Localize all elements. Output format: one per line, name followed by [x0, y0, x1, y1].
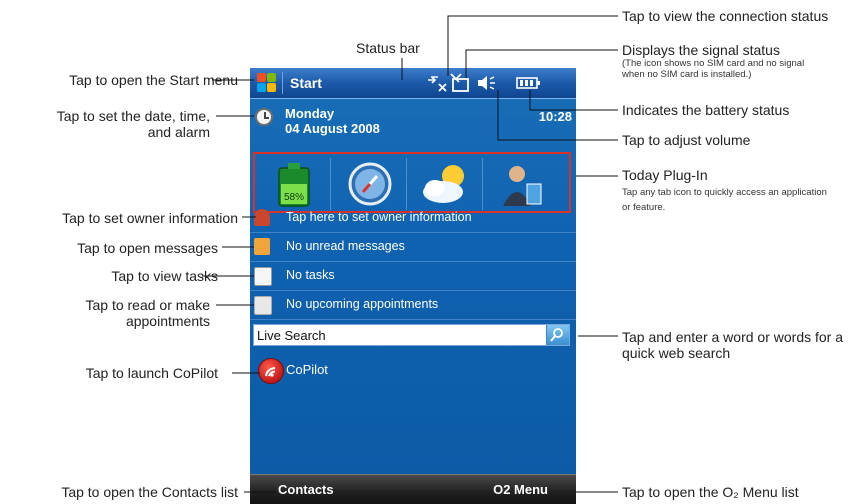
search-text: Live Search [257, 328, 326, 343]
annotation-date-time-line2: and alarm [147, 124, 210, 140]
plugin-tab-contacts[interactable] [485, 158, 559, 210]
clock-icon[interactable] [255, 108, 273, 126]
annotation-search: Tap and enter a word or words for a quic… [622, 329, 843, 361]
signal-icon [450, 73, 469, 92]
status-bar-divider [282, 72, 283, 94]
date-day: Monday [285, 106, 335, 121]
clipboard-icon [254, 267, 272, 286]
appointments-label: No upcoming appointments [286, 297, 439, 311]
owner-icon [254, 209, 270, 226]
person-icon [503, 166, 542, 206]
annotation-appointments: Tap to read or make appointments [85, 297, 210, 329]
contacts-softkey[interactable]: Contacts [278, 482, 334, 497]
o2-menu-softkey[interactable]: O2 Menu [493, 482, 548, 497]
list-item-tasks[interactable]: No tasks [250, 262, 576, 291]
annotation-signal-title: Displays the signal status [622, 42, 780, 58]
battery-plugin-icon: 58% [278, 163, 310, 207]
annotation-status-bar: Status bar [356, 40, 420, 56]
annotation-signal-note1: (The icon shows no SIM card and no signa… [622, 58, 805, 69]
annotation-plugin-note1: Tap any tab icon to quickly access an ap… [622, 187, 827, 198]
softkey-bar: Contacts O2 Menu [250, 474, 576, 504]
annotation-signal-note2: when no SIM card is installed.) [622, 69, 752, 80]
envelope-icon [254, 238, 270, 255]
live-search-field[interactable]: Live Search [253, 324, 570, 346]
list-item-owner[interactable]: Tap here to set owner information [250, 204, 576, 233]
annotation-volume: Tap to adjust volume [622, 132, 751, 148]
plugin-tab-compass[interactable] [333, 158, 407, 210]
start-label[interactable]: Start [290, 75, 322, 91]
phone-screen: Start Monday 04 August 2008 10:28 58% Ta… [250, 68, 576, 504]
copilot-label[interactable]: CoPilot [286, 362, 328, 377]
annotation-appointments-line2: appointments [125, 313, 210, 329]
search-icon [550, 328, 563, 342]
annotation-start-menu: Tap to open the Start menu [69, 72, 238, 88]
annotation-contacts: Tap to open the Contacts list [61, 484, 238, 500]
tasks-label: No tasks [286, 268, 335, 282]
annotation-signal-status: Displays the signal status (The icon sho… [622, 42, 804, 80]
search-button[interactable] [546, 325, 569, 345]
annotation-connection-status: Tap to view the connection status [622, 8, 829, 24]
copilot-icon[interactable] [258, 358, 284, 384]
annotation-plugin: Today Plug-In Tap any tab icon to quickl… [622, 167, 827, 213]
annotation-search-line1: Tap and enter a word or words for a [622, 329, 844, 345]
owner-info-label: Tap here to set owner information [286, 210, 472, 224]
windows-logo-icon[interactable] [256, 72, 278, 94]
date-display[interactable]: Monday 04 August 2008 [285, 106, 380, 136]
plugin-tab-weather[interactable] [409, 158, 483, 210]
annotation-o2-menu: Tap to open the O₂ Menu list [622, 484, 799, 500]
messages-label: No unread messages [286, 239, 405, 253]
compass-icon [348, 162, 392, 206]
annotation-date-time: Tap to set the date, time, and alarm [57, 108, 210, 140]
calendar-icon [254, 296, 272, 315]
annotation-search-line2: quick web search [622, 345, 731, 361]
annotation-date-time-line1: Tap to set the date, time, [56, 108, 210, 124]
annotation-messages: Tap to open messages [77, 240, 218, 256]
battery-percent: 58% [284, 192, 304, 203]
annotation-plugin-title: Today Plug-In [622, 167, 708, 183]
annotation-copilot: Tap to launch CoPilot [85, 365, 218, 381]
annotation-owner-info: Tap to set owner information [62, 210, 238, 226]
time-display[interactable]: 10:28 [539, 109, 572, 124]
annotation-tasks: Tap to view tasks [111, 268, 218, 284]
list-item-messages[interactable]: No unread messages [250, 233, 576, 262]
status-bar[interactable]: Start [250, 68, 576, 99]
annotation-plugin-note2: or feature. [622, 202, 666, 213]
annotation-battery-status: Indicates the battery status [622, 102, 790, 118]
annotation-appointments-line1: Tap to read or make [85, 297, 210, 313]
list-item-appointments[interactable]: No upcoming appointments [250, 291, 576, 320]
connection-icon[interactable] [426, 74, 448, 92]
weather-icon [423, 165, 464, 203]
volume-icon[interactable] [476, 74, 496, 92]
battery-icon [516, 77, 540, 89]
plugin-tab-battery[interactable]: 58% [257, 158, 331, 210]
date-full: 04 August 2008 [285, 121, 380, 136]
